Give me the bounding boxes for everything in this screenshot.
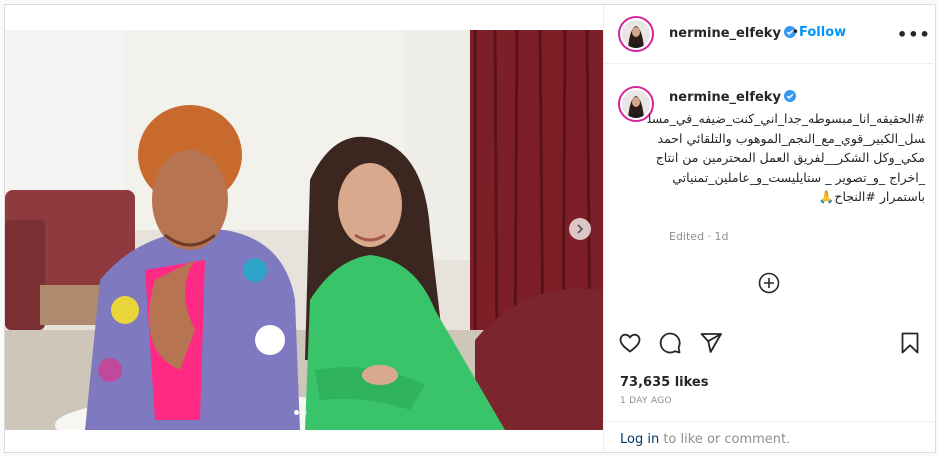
follow-button[interactable]: Follow: [799, 25, 846, 40]
caption-username-text[interactable]: nermine_elfeky: [669, 90, 781, 105]
action-bar: [604, 325, 936, 357]
header-username[interactable]: nermine_elfeky: [669, 26, 796, 41]
carousel-next-button[interactable]: [569, 218, 591, 240]
avatar[interactable]: [618, 16, 654, 52]
post-header: nermine_elfeky • Follow •••: [604, 5, 936, 64]
more-options-button[interactable]: •••: [897, 25, 931, 44]
post-caption: #الحقيقه_انا_مبسوطه_جدا_اني_كنت_ضيفه_في_…: [647, 111, 925, 204]
profile-picture: [622, 20, 650, 48]
post-media[interactable]: [5, 30, 603, 430]
username-text[interactable]: nermine_elfeky: [669, 26, 781, 41]
comment-icon[interactable]: [658, 331, 682, 355]
login-link[interactable]: Log in: [620, 432, 659, 447]
carousel-dot-active: [294, 410, 299, 415]
edited-timestamp: Edited · 1d: [669, 230, 729, 243]
heart-icon[interactable]: [618, 331, 642, 355]
post-photo: [5, 30, 603, 430]
comment-footer: Log in to like or comment.: [604, 421, 936, 454]
post-side-panel: nermine_elfeky • Follow ••• nermine_elfe…: [603, 5, 936, 452]
caption-username[interactable]: nermine_elfeky: [669, 90, 796, 105]
carousel-indicator: [294, 410, 307, 415]
caption-block: nermine_elfeky #الحقيقه_انا_مبسوطه_جدا_ا…: [604, 75, 936, 315]
add-comment-icon[interactable]: [758, 272, 780, 294]
post-card: nermine_elfeky • Follow ••• nermine_elfe…: [4, 4, 936, 453]
verified-badge-icon: [783, 90, 796, 102]
carousel-dot: [302, 410, 307, 415]
share-icon[interactable]: [699, 331, 723, 355]
likes-count[interactable]: 73,635 likes: [620, 375, 708, 390]
chevron-right-icon: [577, 224, 584, 234]
login-prompt: Log in to like or comment.: [620, 432, 790, 447]
login-prompt-text: to like or comment.: [659, 432, 791, 447]
post-date[interactable]: 1 DAY AGO: [620, 396, 672, 406]
bookmark-icon[interactable]: [898, 331, 922, 355]
